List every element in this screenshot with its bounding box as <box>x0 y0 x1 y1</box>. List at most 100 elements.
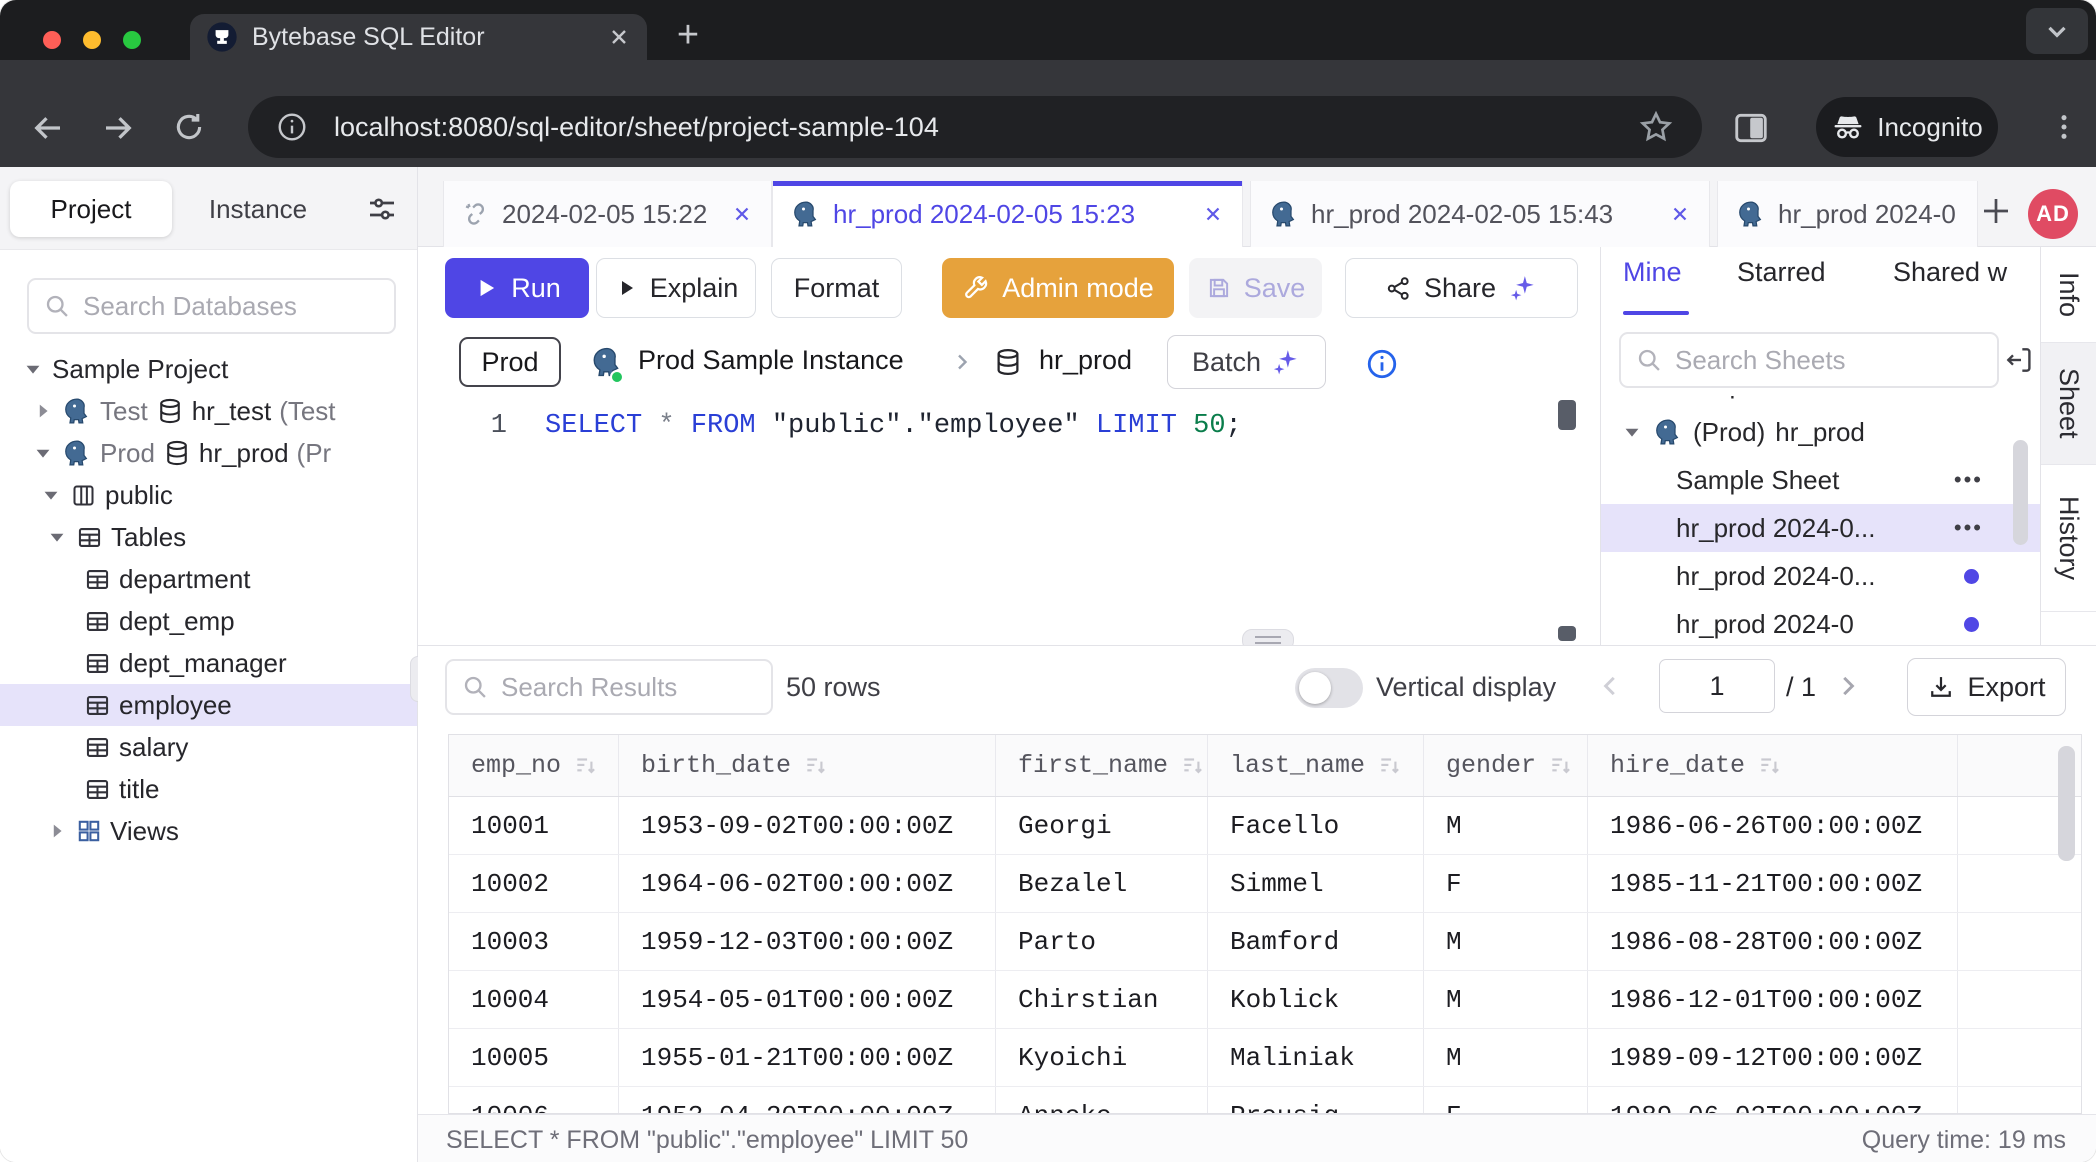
tree-item-employee[interactable]: employee <box>0 684 417 726</box>
cell-first_name[interactable]: Chirstian <box>996 971 1208 1028</box>
cell-gender[interactable]: M <box>1424 913 1588 970</box>
cell-hire_date[interactable]: 1989-06-02T00:00:00Z <box>1588 1087 1958 1114</box>
cell-first_name[interactable]: Georgi <box>996 797 1208 854</box>
cell-first_name[interactable]: Anneke <box>996 1087 1208 1114</box>
cell-birth_date[interactable]: 1953-04-20T00:00:00Z <box>619 1087 996 1114</box>
sheet-search[interactable] <box>1619 332 1999 388</box>
run-button[interactable]: Run <box>445 258 589 318</box>
column-header-hire_date[interactable]: hire_date <box>1588 735 1958 796</box>
sql-code-editor[interactable]: 1 SELECT * FROM "public"."employee" LIMI… <box>418 400 1600 645</box>
tree-item-hr-test[interactable]: Testhr_test(Test <box>0 390 417 432</box>
cell-birth_date[interactable]: 1953-09-02T00:00:00Z <box>619 797 996 854</box>
batch-button[interactable]: Batch <box>1167 335 1326 389</box>
cell-last_name[interactable]: Preusig <box>1208 1087 1424 1114</box>
cell-last_name[interactable]: Maliniak <box>1208 1029 1424 1086</box>
column-header-birth_date[interactable]: birth_date <box>619 735 996 796</box>
editor-tab-0[interactable]: 2024-02-05 15:22 <box>443 181 772 247</box>
new-sheet-icon[interactable] <box>1978 193 2014 229</box>
tree-item-title[interactable]: title <box>0 768 417 810</box>
sheets-tab-shared-w[interactable]: Shared w <box>1893 257 2007 288</box>
cell-first_name[interactable]: Bezalel <box>996 855 1208 912</box>
tree-item-dept-manager[interactable]: dept_manager <box>0 642 417 684</box>
browser-tab[interactable]: Bytebase SQL Editor <box>190 14 647 60</box>
cell-emp_no[interactable]: 10004 <box>449 971 619 1028</box>
save-button[interactable]: Save <box>1189 258 1322 318</box>
tab-instance[interactable]: Instance <box>196 181 320 237</box>
cell-gender[interactable]: F <box>1424 855 1588 912</box>
sheet-search-input[interactable] <box>1675 345 1983 376</box>
cell-first_name[interactable]: Parto <box>996 913 1208 970</box>
tree-item-tables[interactable]: Tables <box>0 516 417 558</box>
sheet-item-menu-icon[interactable]: ••• <box>1954 515 1983 541</box>
sheet-item-partial[interactable]: Sample Sheet <box>1601 396 2040 408</box>
tree-item-sample-project[interactable]: Sample Project <box>0 348 417 390</box>
sheet-item-0[interactable]: Sample Sheet••• <box>1601 456 2040 504</box>
forward-icon[interactable] <box>100 110 136 146</box>
side-panel-icon[interactable] <box>1732 109 1770 147</box>
database-search-input[interactable] <box>83 291 380 322</box>
reload-icon[interactable] <box>172 110 206 144</box>
bookmark-star-icon[interactable] <box>1638 109 1674 145</box>
results-search[interactable] <box>445 659 773 715</box>
editor-tab-3[interactable]: hr_prod 2024-0 <box>1717 181 1978 247</box>
tree-item-public[interactable]: public <box>0 474 417 516</box>
sort-icon[interactable] <box>573 753 599 779</box>
collapse-panel-icon[interactable] <box>2003 344 2035 376</box>
column-header-gender[interactable]: gender <box>1424 735 1588 796</box>
tree-item-department[interactable]: department <box>0 558 417 600</box>
explain-button[interactable]: Explain <box>596 258 756 318</box>
back-icon[interactable] <box>30 110 66 146</box>
user-avatar[interactable]: AD <box>2028 189 2078 239</box>
cell-emp_no[interactable]: 10001 <box>449 797 619 854</box>
results-search-input[interactable] <box>501 672 757 703</box>
prev-page-button[interactable] <box>1585 664 1635 708</box>
cell-emp_no[interactable]: 10003 <box>449 913 619 970</box>
sort-icon[interactable] <box>1548 753 1574 779</box>
cell-gender[interactable]: M <box>1424 797 1588 854</box>
address-bar[interactable]: localhost:8080/sql-editor/sheet/project-… <box>248 96 1702 158</box>
editor-tab-1[interactable]: hr_prod 2024-02-05 15:23 <box>772 181 1243 247</box>
cell-hire_date[interactable]: 1985-11-21T00:00:00Z <box>1588 855 1958 912</box>
database-search[interactable] <box>27 278 396 334</box>
cell-gender[interactable]: F <box>1424 1087 1588 1114</box>
cell-hire_date[interactable]: 1986-06-26T00:00:00Z <box>1588 797 1958 854</box>
sort-icon[interactable] <box>1180 753 1206 779</box>
page-number-input[interactable] <box>1659 659 1775 713</box>
mac-zoom-button[interactable] <box>123 31 141 49</box>
cell-birth_date[interactable]: 1954-05-01T00:00:00Z <box>619 971 996 1028</box>
share-button[interactable]: Share <box>1345 258 1578 318</box>
cell-gender[interactable]: M <box>1424 1029 1588 1086</box>
side-tab-history[interactable]: History <box>2041 465 2096 612</box>
cell-birth_date[interactable]: 1964-06-02T00:00:00Z <box>619 855 996 912</box>
cell-hire_date[interactable]: 1989-09-12T00:00:00Z <box>1588 1029 1958 1086</box>
cell-emp_no[interactable]: 10006 <box>449 1087 619 1114</box>
column-header-first_name[interactable]: first_name <box>996 735 1208 796</box>
sheet-group-hr-prod[interactable]: (Prod)hr_prod <box>1601 408 2040 456</box>
sheets-tab-mine[interactable]: Mine <box>1623 257 1682 288</box>
sheet-item-1[interactable]: hr_prod 2024-0...••• <box>1601 504 2040 552</box>
tree-item-salary[interactable]: salary <box>0 726 417 768</box>
cell-last_name[interactable]: Koblick <box>1208 971 1424 1028</box>
cell-hire_date[interactable]: 1986-12-01T00:00:00Z <box>1588 971 1958 1028</box>
admin-mode-button[interactable]: Admin mode <box>942 258 1174 318</box>
incognito-badge[interactable]: Incognito <box>1816 97 1998 157</box>
tab-close-icon[interactable] <box>607 25 631 49</box>
column-header-emp_no[interactable]: emp_no <box>449 735 619 796</box>
database-name[interactable]: hr_prod <box>1039 345 1132 376</box>
sheet-list-scrollbar[interactable] <box>2013 440 2028 545</box>
cell-last_name[interactable]: Simmel <box>1208 855 1424 912</box>
vertical-display-toggle[interactable] <box>1295 668 1363 708</box>
tree-item-hr-prod[interactable]: Prodhr_prod(Pr <box>0 432 417 474</box>
editor-tab-2[interactable]: hr_prod 2024-02-05 15:43 <box>1250 181 1710 247</box>
browser-menu-icon[interactable] <box>2048 111 2080 143</box>
new-tab-button[interactable]: + <box>668 16 708 56</box>
instance-name[interactable]: Prod Sample Instance <box>638 345 904 376</box>
tab-close-icon[interactable] <box>1669 203 1691 225</box>
mac-close-button[interactable] <box>43 31 61 49</box>
sheet-item-3[interactable]: hr_prod 2024-0 <box>1601 600 2040 645</box>
cell-last_name[interactable]: Facello <box>1208 797 1424 854</box>
sheet-item-2[interactable]: hr_prod 2024-0... <box>1601 552 2040 600</box>
sort-icon[interactable] <box>1757 753 1783 779</box>
editor-scrollbar-thumb[interactable] <box>1558 400 1576 430</box>
cell-birth_date[interactable]: 1959-12-03T00:00:00Z <box>619 913 996 970</box>
